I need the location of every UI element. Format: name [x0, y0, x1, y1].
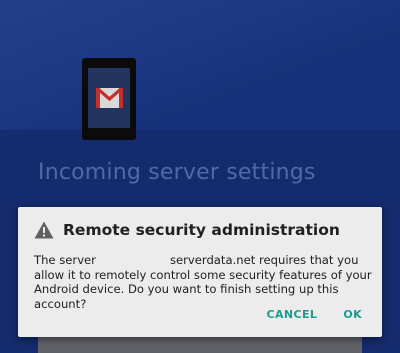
gmail-icon [96, 88, 123, 108]
dialog-message-prefix: The server [34, 253, 96, 267]
dialog-header: Remote security administration [34, 221, 340, 239]
warning-icon [34, 221, 54, 239]
dialog-message: The server serverdata.net requires that y… [34, 253, 374, 311]
cancel-button[interactable]: CANCEL [267, 308, 318, 321]
page-title: Incoming server settings [38, 160, 316, 185]
security-dialog: Remote security administration The serve… [18, 207, 382, 337]
background-decoration [0, 0, 400, 150]
phone-illustration [82, 58, 136, 140]
ok-button[interactable]: OK [343, 308, 362, 321]
phone-screen [88, 68, 130, 128]
background-field [38, 337, 362, 353]
screen: Incoming server settings Remote security… [0, 0, 400, 353]
dialog-title: Remote security administration [63, 221, 340, 239]
dialog-actions: CANCEL OK [267, 308, 362, 321]
